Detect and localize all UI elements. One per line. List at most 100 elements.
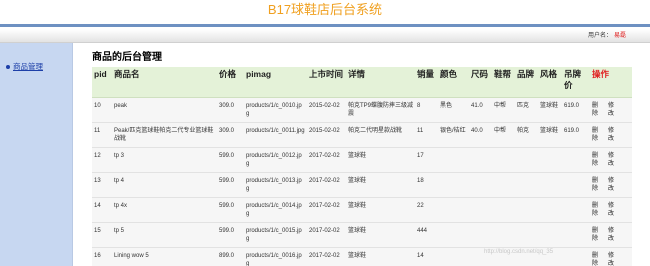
cell-tag-price	[562, 147, 590, 173]
cell-actions: 删除 修改	[590, 97, 632, 123]
cell-pid: 11	[92, 122, 112, 148]
cell-price: 899.0	[217, 247, 244, 266]
cell-price: 309.0	[217, 97, 244, 123]
cell-size	[469, 197, 492, 223]
cell-date: 2015-02-02	[307, 97, 346, 123]
cell-date: 2017-02-02	[307, 197, 346, 223]
cell-upper	[492, 172, 515, 198]
cell-date: 2017-02-02	[307, 222, 346, 248]
edit-button[interactable]: 修改	[608, 252, 616, 266]
cell-upper: 中帮	[492, 97, 515, 123]
delete-button[interactable]: 删除	[592, 127, 600, 143]
edit-button[interactable]: 修改	[608, 102, 616, 118]
edit-button[interactable]: 修改	[608, 177, 616, 193]
cell-pimag: products/1/c_0013.jpg	[244, 172, 307, 198]
cell-sales: 11	[415, 122, 438, 148]
table-row: 13 tp 4 599.0 products/1/c_0013.jpg 2017-02-…	[92, 172, 632, 198]
cell-date: 2017-02-02	[307, 147, 346, 173]
cell-style	[538, 222, 562, 248]
cell-name: peak	[112, 97, 217, 123]
column-header-name: 商品名	[112, 67, 217, 98]
column-header-sales: 销量	[415, 67, 438, 98]
cell-actions: 删除 修改	[590, 222, 632, 248]
cell-price: 599.0	[217, 222, 244, 248]
column-header-detail: 详情	[346, 67, 415, 98]
column-header-tag-price: 吊牌价	[562, 67, 590, 98]
cell-price: 599.0	[217, 147, 244, 173]
cell-pid: 12	[92, 147, 112, 173]
cell-pid: 14	[92, 197, 112, 223]
edit-button[interactable]: 修改	[608, 202, 616, 218]
cell-tag-price	[562, 247, 590, 266]
edit-button[interactable]: 修改	[608, 127, 616, 143]
cell-style: 篮球鞋	[538, 97, 562, 123]
cell-pimag: products/1/c_0015.jpg	[244, 222, 307, 248]
cell-tag-price	[562, 197, 590, 223]
delete-button[interactable]: 删除	[592, 152, 600, 168]
cell-size	[469, 147, 492, 173]
cell-detail: 篮球鞋	[346, 147, 415, 173]
cell-style	[538, 197, 562, 223]
cell-color: 银色/桔红	[438, 122, 469, 148]
delete-button[interactable]: 删除	[592, 252, 600, 266]
delete-button[interactable]: 删除	[592, 102, 600, 118]
column-header-size: 尺码	[469, 67, 492, 98]
column-header-date: 上市时间	[307, 67, 346, 98]
cell-price: 309.0	[217, 122, 244, 148]
cell-size	[469, 172, 492, 198]
cell-tag-price	[562, 172, 590, 198]
table-row: 15 tp 5 599.0 products/1/c_0015.jpg 2017-02-…	[92, 222, 632, 248]
cell-detail: 篮球鞋	[346, 172, 415, 198]
product-table: pid 商品名 价格 pimag 上市时间 详情 销量 颜色 尺码 鞋帮 品牌 …	[92, 67, 632, 266]
cell-tag-price: 619.0	[562, 97, 590, 123]
table-row: 12 tp 3 599.0 products/1/c_0012.jpg 2017-02-…	[92, 147, 632, 173]
cell-brand	[515, 147, 538, 173]
cell-detail: 帕克TP9蝶腹防摔三级减震	[346, 97, 415, 123]
main-content: 商品的后台管理 pid 商品名 价格 pimag 上市时间 详情 销量 颜色 尺…	[92, 52, 640, 266]
cell-upper	[492, 222, 515, 248]
cell-color	[438, 172, 469, 198]
cell-upper	[492, 147, 515, 173]
cell-pimag: products/1/c_0010.jpg	[244, 97, 307, 123]
user-bar: 用户名： 易磊	[0, 29, 650, 43]
delete-button[interactable]: 删除	[592, 227, 600, 243]
cell-pimag: products/1/c_0012.jpg	[244, 147, 307, 173]
delete-button[interactable]: 删除	[592, 202, 600, 218]
cell-brand: 帕克	[515, 122, 538, 148]
cell-name: Peak/匹克篮球鞋帕克二代专业篮球鞋战靴	[112, 122, 217, 148]
cell-sales: 444	[415, 222, 438, 248]
cell-color	[438, 147, 469, 173]
column-header-price: 价格	[217, 67, 244, 98]
cell-size: 41.0	[469, 97, 492, 123]
cell-sales: 22	[415, 197, 438, 223]
header-divider	[0, 24, 650, 27]
bullet-icon	[6, 64, 10, 69]
cell-brand	[515, 172, 538, 198]
sidebar-item-product-management[interactable]: 商品管理	[6, 61, 43, 72]
cell-name: Lining wow 5	[112, 247, 217, 266]
cell-name: tp 4	[112, 172, 217, 198]
cell-name: tp 5	[112, 222, 217, 248]
edit-button[interactable]: 修改	[608, 227, 616, 243]
cell-color	[438, 197, 469, 223]
cell-style	[538, 147, 562, 173]
cell-name: tp 3	[112, 147, 217, 173]
delete-button[interactable]: 删除	[592, 177, 600, 193]
cell-price: 599.0	[217, 172, 244, 198]
sidebar-item-label: 商品管理	[13, 62, 43, 71]
edit-button[interactable]: 修改	[608, 152, 616, 168]
column-header-upper: 鞋帮	[492, 67, 515, 98]
cell-tag-price	[562, 222, 590, 248]
cell-date: 2015-02-02	[307, 122, 346, 148]
column-header-color: 颜色	[438, 67, 469, 98]
cell-detail: 帕克二代明星款战靴	[346, 122, 415, 148]
cell-pid: 16	[92, 247, 112, 266]
cell-pimag: products/1/c_0016.jpg	[244, 247, 307, 266]
table-row: 14 tp 4x 599.0 products/1/c_0014.jpg 2017-02…	[92, 197, 632, 223]
cell-style: 篮球鞋	[538, 122, 562, 148]
cell-color	[438, 247, 469, 266]
cell-color	[438, 222, 469, 248]
cell-style	[538, 172, 562, 198]
cell-upper	[492, 197, 515, 223]
page-title: 商品的后台管理	[92, 52, 162, 63]
